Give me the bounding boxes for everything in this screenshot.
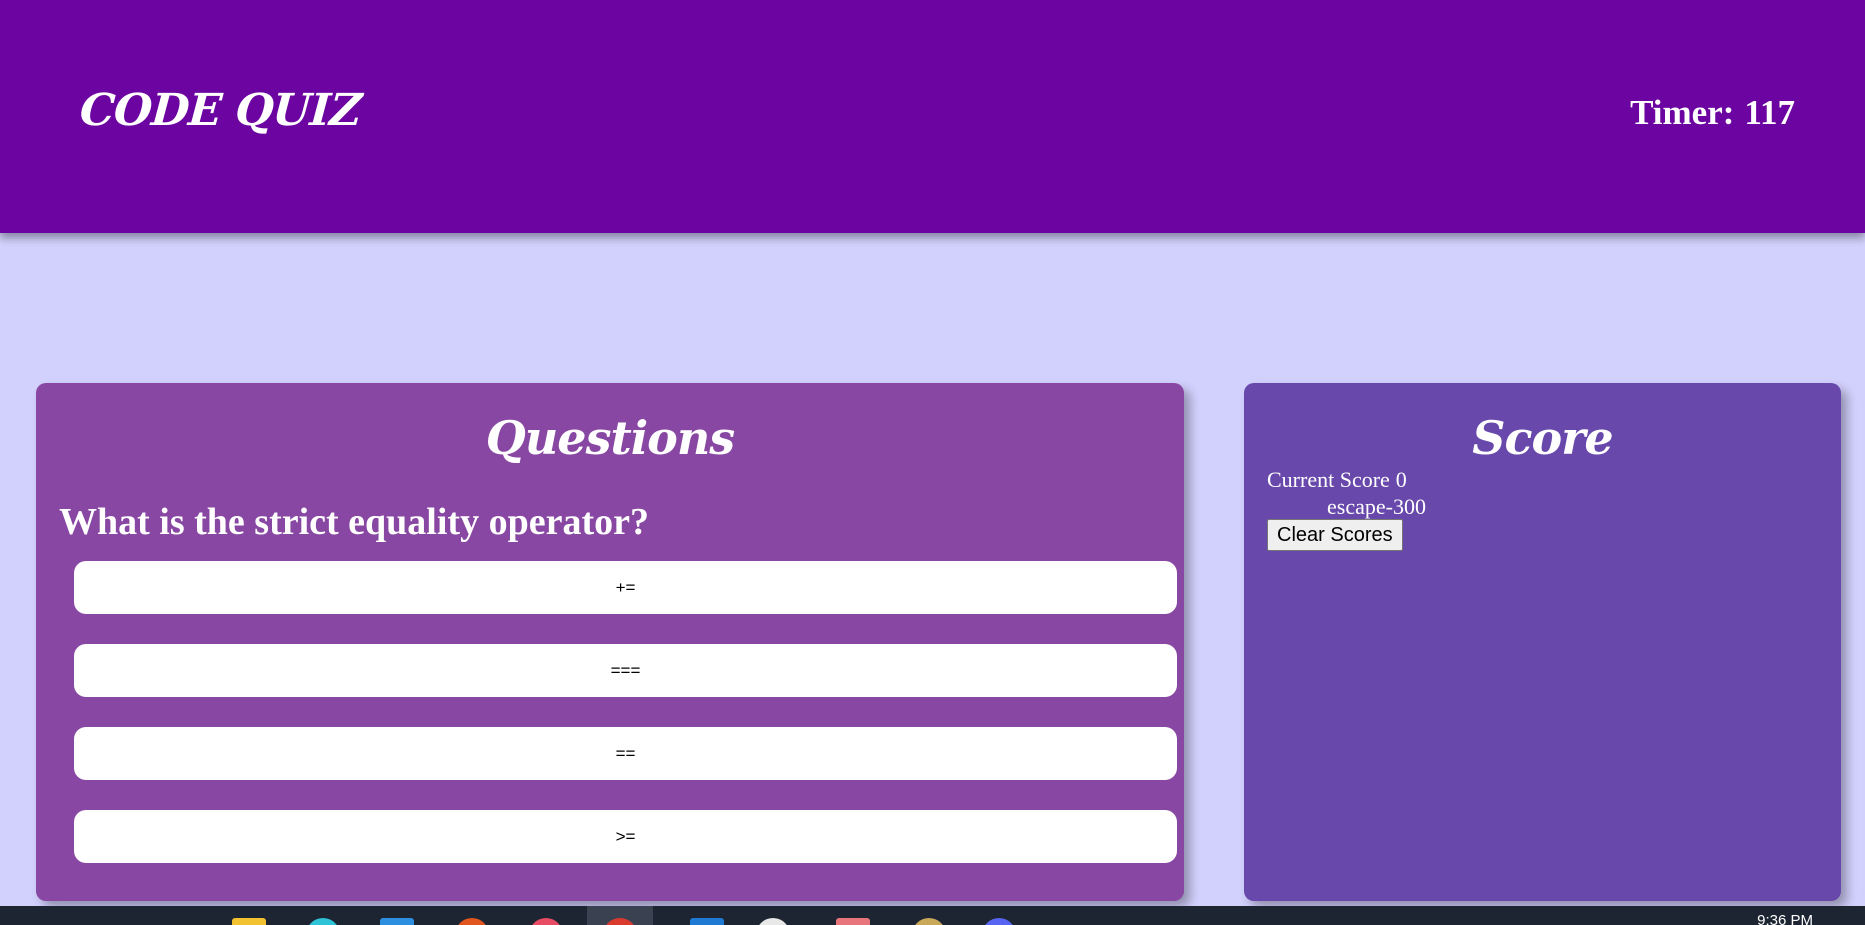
taskbar-paint-icon[interactable]	[836, 918, 870, 925]
taskbar-github-icon[interactable]	[756, 918, 790, 925]
taskbar-clock: 9:36 PM	[1757, 912, 1813, 925]
questions-panel: Questions What is the strict equality op…	[36, 383, 1184, 901]
score-panel: Score Current Score 0 escape-300 Clear S…	[1244, 383, 1841, 901]
timer-label: Timer:	[1630, 93, 1735, 132]
current-score: Current Score 0	[1267, 467, 1407, 493]
taskbar-app-icon[interactable]	[529, 918, 563, 925]
current-score-label: Current Score	[1267, 467, 1390, 492]
taskbar-discord-icon[interactable]	[982, 918, 1016, 925]
taskbar-store-icon[interactable]	[380, 918, 414, 925]
taskbar-misc-icon[interactable]	[912, 918, 946, 925]
answer-button-1[interactable]: +=	[74, 561, 1177, 614]
current-score-value: 0	[1395, 467, 1407, 492]
taskbar-edge-icon[interactable]	[306, 918, 340, 925]
app-header: CODE QUIZ Timer: 117	[0, 0, 1865, 233]
answer-button-3[interactable]: ==	[74, 727, 1177, 780]
question-text: What is the strict equality operator?	[59, 501, 649, 543]
taskbar-vscode-icon[interactable]	[690, 918, 724, 925]
timer: Timer: 117	[1630, 93, 1795, 133]
answer-button-4[interactable]: >=	[74, 810, 1177, 863]
taskbar-office-icon[interactable]	[455, 918, 489, 925]
answer-button-2[interactable]: ===	[74, 644, 1177, 697]
taskbar: 9:36 PM	[0, 906, 1865, 925]
taskbar-folder-icon[interactable]	[232, 918, 266, 925]
app-title: CODE QUIZ	[78, 85, 363, 136]
questions-title: Questions	[485, 411, 735, 465]
timer-value: 117	[1744, 93, 1795, 132]
score-title: Score	[1472, 411, 1613, 465]
clear-scores-button[interactable]: Clear Scores	[1267, 519, 1403, 551]
high-score-entry: escape-300	[1327, 494, 1426, 519]
